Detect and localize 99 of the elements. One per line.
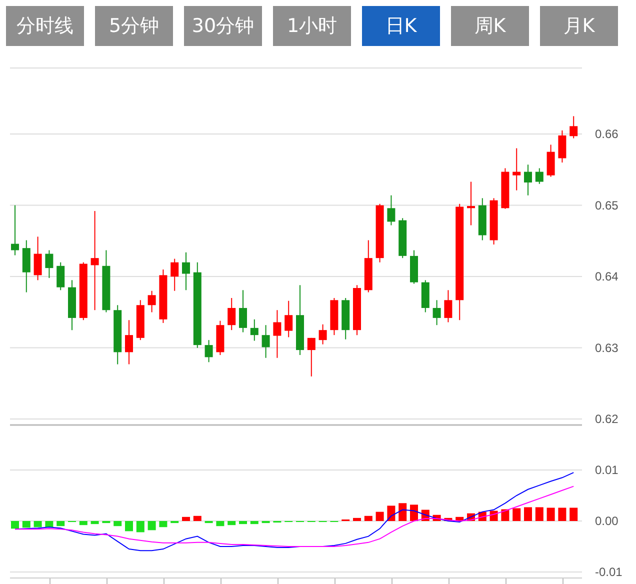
histogram-bar — [216, 521, 224, 526]
histogram-bar — [262, 521, 270, 524]
histogram-bar — [159, 521, 168, 528]
candlestick — [524, 164, 532, 196]
histogram-bar — [34, 521, 42, 528]
axis-label: 0.62 — [595, 412, 618, 426]
candlestick — [490, 198, 498, 246]
histogram-bar — [228, 521, 236, 526]
histogram-bar — [353, 518, 361, 521]
histogram-bar — [22, 521, 30, 528]
candlestick — [239, 290, 247, 333]
axis-label: 0.00 — [595, 514, 618, 528]
candlestick — [159, 268, 168, 324]
histogram-bar — [250, 521, 258, 524]
candlestick — [512, 148, 521, 191]
candlestick — [11, 204, 19, 256]
axis-label: 0.64 — [595, 270, 618, 284]
candlestick — [228, 298, 236, 331]
candlestick — [296, 284, 304, 356]
period-tab[interactable]: 1小时 — [273, 6, 351, 46]
histogram-bar — [524, 507, 532, 521]
candlestick — [79, 262, 88, 321]
histogram-bar — [204, 521, 213, 524]
candlestick — [478, 198, 486, 241]
candlestick — [170, 258, 179, 292]
histogram-bar — [136, 521, 144, 532]
histogram-bar — [170, 521, 179, 524]
candlestick — [307, 337, 316, 377]
candlestick — [284, 300, 293, 338]
candlestick — [114, 304, 122, 365]
period-tab[interactable]: 5分钟 — [95, 6, 173, 46]
candlestick — [216, 320, 224, 356]
candlestick — [182, 252, 190, 291]
histogram-bar — [182, 516, 190, 521]
candlestick — [558, 130, 566, 164]
histogram-bar — [45, 521, 54, 528]
candlestick — [353, 284, 361, 336]
candlestick — [570, 116, 578, 139]
candlestick — [136, 300, 144, 341]
period-tab[interactable]: 周K — [451, 6, 529, 46]
candlestick — [204, 340, 213, 363]
candlestick — [535, 168, 544, 184]
histogram-bar — [410, 504, 418, 521]
candlestick — [444, 290, 452, 323]
axis-label: -0.01 — [595, 565, 622, 579]
histogram-bar — [512, 508, 521, 521]
candlestick — [330, 298, 338, 336]
candlestick — [410, 250, 418, 284]
candlestick — [250, 318, 258, 342]
candlestick — [467, 181, 475, 226]
candlestick — [273, 310, 282, 358]
axis-label: 0.01 — [595, 463, 618, 477]
candlestick — [56, 262, 65, 291]
candlestick — [342, 298, 350, 340]
candlestick — [125, 320, 133, 365]
candlestick — [68, 280, 76, 331]
histogram-bar — [239, 521, 247, 524]
candlestick — [364, 240, 372, 293]
histogram-bar — [387, 506, 396, 521]
histogram-bar — [125, 521, 133, 532]
histogram-bar — [456, 516, 464, 521]
period-tab[interactable]: 月K — [540, 6, 618, 46]
histogram-bar — [501, 509, 510, 521]
candlestick — [102, 250, 110, 313]
histogram-bar — [102, 521, 110, 524]
candlestick — [421, 280, 430, 313]
histogram-bar — [11, 521, 19, 529]
candlestick — [45, 250, 54, 279]
candlestick — [398, 218, 407, 259]
histogram-bar — [148, 521, 156, 530]
histogram-bar — [56, 521, 65, 526]
period-tab[interactable]: 30分钟 — [184, 6, 262, 46]
candlestick — [22, 240, 30, 293]
period-tab[interactable]: 分时线 — [6, 6, 84, 46]
histogram-bar — [90, 521, 99, 524]
histogram-bar — [193, 516, 202, 521]
histogram-bar — [398, 503, 407, 521]
axis-label: 0.63 — [595, 340, 618, 355]
axis-label: 0.65 — [595, 198, 618, 212]
histogram-bar — [376, 512, 384, 521]
histogram-bar — [558, 508, 566, 521]
candlestick — [262, 324, 270, 358]
histogram-bar — [570, 508, 578, 521]
candlestick — [546, 144, 555, 178]
histogram-bar — [546, 508, 555, 521]
histogram-bar — [535, 507, 544, 521]
candlestick — [318, 324, 327, 345]
candlestick — [501, 168, 510, 210]
histogram-bar — [79, 521, 88, 526]
histogram-bar — [364, 516, 372, 521]
axis-label: 0.66 — [595, 127, 618, 141]
histogram-bar — [114, 521, 122, 526]
candlestick — [376, 203, 384, 263]
candlestick — [387, 194, 396, 226]
histogram-bar — [444, 518, 452, 521]
period-tab[interactable]: 日K — [362, 6, 440, 46]
candlestick — [148, 290, 156, 313]
candlestick — [432, 300, 441, 326]
candlestick — [34, 236, 42, 281]
